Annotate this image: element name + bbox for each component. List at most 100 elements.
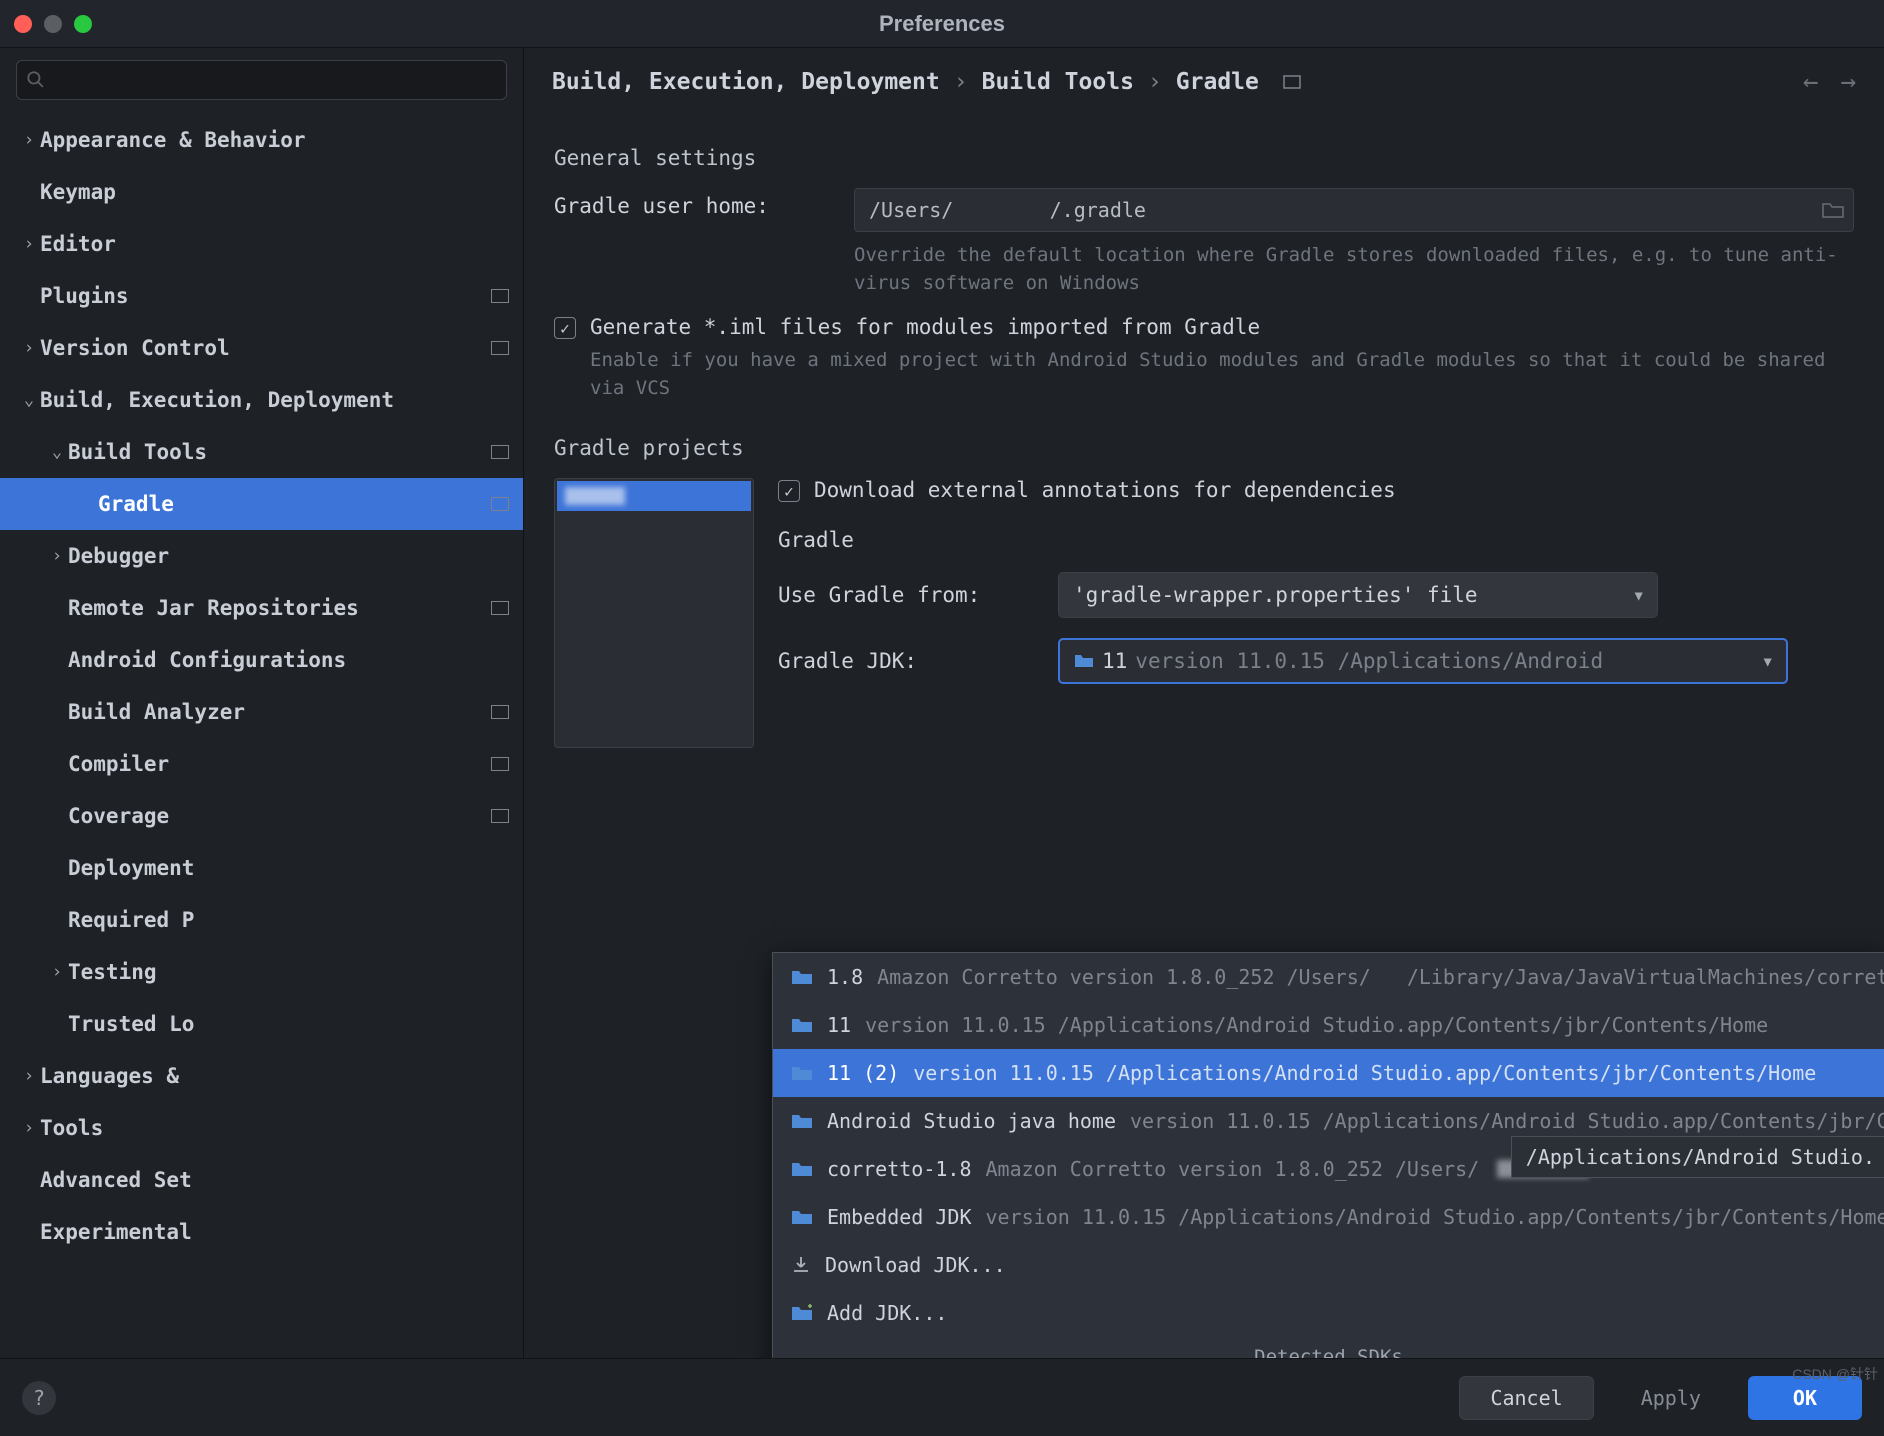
sidebar-item-editor[interactable]: ›Editor: [0, 218, 523, 270]
jdk-option[interactable]: 11 (2) version 11.0.15 /Applications/And…: [773, 1049, 1884, 1097]
breadcrumb-part[interactable]: Build, Execution, Deployment: [552, 69, 940, 95]
breadcrumb-part[interactable]: Gradle: [1176, 69, 1259, 95]
download-annotations-label[interactable]: Download external annotations for depend…: [814, 478, 1396, 502]
browse-folder-icon[interactable]: [1822, 201, 1844, 219]
sidebar-item-label: Compiler: [68, 752, 169, 776]
gradle-user-home-input[interactable]: [854, 188, 1854, 232]
sidebar-item-label: Appearance & Behavior: [40, 128, 306, 152]
chevron-icon: ›: [46, 962, 68, 982]
sidebar-item-version-control[interactable]: ›Version Control: [0, 322, 523, 374]
jdk-option-name: 11: [827, 1013, 851, 1037]
folder-icon: [791, 1016, 813, 1034]
sidebar-item-label: Required P: [68, 908, 194, 932]
modified-badge-icon: [491, 601, 509, 615]
breadcrumb-part[interactable]: Build Tools: [982, 69, 1134, 95]
sidebar-item-experimental[interactable]: Experimental: [0, 1206, 523, 1258]
window-title: Preferences: [0, 0, 1884, 47]
sidebar-item-languages-[interactable]: ›Languages &: [0, 1050, 523, 1102]
search-icon: [26, 70, 44, 88]
sidebar-item-gradle[interactable]: Gradle: [0, 478, 523, 530]
project-settings: ✓ Download external annotations for depe…: [778, 478, 1854, 748]
sidebar-item-keymap[interactable]: Keymap: [0, 166, 523, 218]
sidebar-item-label: Deployment: [68, 856, 194, 880]
jdk-option[interactable]: 1.8 Amazon Corretto version 1.8.0_252 /U…: [773, 953, 1884, 1001]
sidebar-item-build-execution-deployment[interactable]: ⌄Build, Execution, Deployment: [0, 374, 523, 426]
sidebar-item-debugger[interactable]: ›Debugger: [0, 530, 523, 582]
gradle-jdk-meta: version 11.0.15 /Applications/Android: [1135, 649, 1603, 673]
sidebar-item-label: Trusted Lo: [68, 1012, 194, 1036]
jdk-option[interactable]: Embedded JDK version 11.0.15 /Applicatio…: [773, 1193, 1884, 1241]
download-annotations-checkbox[interactable]: ✓: [778, 480, 800, 502]
sidebar-item-appearance-behavior[interactable]: ›Appearance & Behavior: [0, 114, 523, 166]
sidebar-item-label: Coverage: [68, 804, 169, 828]
folder-icon: [791, 1160, 813, 1178]
sidebar-item-testing[interactable]: ›Testing: [0, 946, 523, 998]
apply-button[interactable]: Apply: [1610, 1376, 1732, 1420]
generate-iml-checkbox[interactable]: ✓: [554, 317, 576, 339]
nav-arrows: ← →: [1803, 67, 1856, 97]
use-gradle-from-select[interactable]: 'gradle-wrapper.properties' file ▾: [1058, 572, 1658, 618]
gradle-project-item[interactable]: [557, 481, 751, 511]
sidebar-item-build-analyzer[interactable]: Build Analyzer: [0, 686, 523, 738]
gradle-user-home-hint: Override the default location where Grad…: [854, 242, 1854, 297]
generate-iml-hint: Enable if you have a mixed project with …: [554, 347, 1854, 402]
sidebar-item-advanced-set[interactable]: Advanced Set: [0, 1154, 523, 1206]
sidebar-item-compiler[interactable]: Compiler: [0, 738, 523, 790]
nav-back-button[interactable]: ←: [1803, 67, 1819, 97]
close-window-button[interactable]: [14, 15, 32, 33]
chevron-down-icon: ▾: [1761, 649, 1774, 673]
jdk-option-name: 1.8: [827, 965, 863, 989]
gradle-jdk-row: Gradle JDK: 11 version 11.0.15 /Applicat…: [778, 638, 1854, 684]
nav-forward-button[interactable]: →: [1840, 67, 1856, 97]
sidebar-item-label: Plugins: [40, 284, 129, 308]
gradle-user-home-row: Gradle user home: Override the default l…: [554, 188, 1854, 297]
zoom-window-button[interactable]: [74, 15, 92, 33]
generate-iml-label[interactable]: Generate *.iml files for modules importe…: [590, 315, 1260, 339]
settings-search-input[interactable]: [16, 60, 507, 100]
generate-iml-row: ✓ Generate *.iml files for modules impor…: [554, 315, 1854, 339]
use-gradle-from-row: Use Gradle from: 'gradle-wrapper.propert…: [778, 572, 1854, 618]
gradle-jdk-select[interactable]: 11 version 11.0.15 /Applications/Android…: [1058, 638, 1788, 684]
folder-icon: [791, 968, 813, 986]
chevron-icon: ›: [18, 234, 40, 254]
sidebar-item-trusted-lo[interactable]: Trusted Lo: [0, 998, 523, 1050]
sidebar-item-label: Debugger: [68, 544, 169, 568]
use-gradle-from-label: Use Gradle from:: [778, 583, 1038, 607]
gradle-jdk-label: Gradle JDK:: [778, 649, 1038, 673]
sidebar-item-label: Languages &: [40, 1064, 179, 1088]
sidebar-item-coverage[interactable]: Coverage: [0, 790, 523, 842]
jdk-path-tooltip: /Applications/Android Studio.: [1511, 1136, 1884, 1178]
titlebar: Preferences: [0, 0, 1884, 48]
modified-badge-icon: [491, 341, 509, 355]
minimize-window-button[interactable]: [44, 15, 62, 33]
reset-icon[interactable]: [1283, 75, 1301, 89]
sidebar-item-label: Android Configurations: [68, 648, 346, 672]
content: General settings Gradle user home: Overr…: [524, 116, 1884, 1358]
sidebar-item-label: Advanced Set: [40, 1168, 192, 1192]
gradle-projects-list[interactable]: [554, 478, 754, 748]
sidebar-item-build-tools[interactable]: ⌄Build Tools: [0, 426, 523, 478]
section-gradle-projects: Gradle projects: [554, 436, 1854, 460]
jdk-option[interactable]: Download JDK...: [773, 1241, 1884, 1289]
jdk-option-name: Embedded JDK: [827, 1205, 972, 1229]
cancel-button[interactable]: Cancel: [1459, 1376, 1593, 1420]
sidebar-item-remote-jar-repositories[interactable]: Remote Jar Repositories: [0, 582, 523, 634]
help-button[interactable]: ?: [22, 1381, 56, 1415]
modified-badge-icon: [491, 497, 509, 511]
sidebar-item-label: Build, Execution, Deployment: [40, 388, 394, 412]
breadcrumb: Build, Execution, Deployment › Build Too…: [552, 69, 1301, 95]
folder-icon: [791, 1064, 813, 1082]
sidebar-item-deployment[interactable]: Deployment: [0, 842, 523, 894]
sidebar-item-android-configurations[interactable]: Android Configurations: [0, 634, 523, 686]
settings-tree: ›Appearance & BehaviorKeymap›EditorPlugi…: [0, 110, 523, 1358]
sidebar-item-tools[interactable]: ›Tools: [0, 1102, 523, 1154]
sidebar-item-plugins[interactable]: Plugins: [0, 270, 523, 322]
folder-icon: [1074, 653, 1094, 669]
chevron-icon: ⌄: [18, 390, 40, 410]
jdk-option[interactable]: Add JDK...: [773, 1289, 1884, 1337]
jdk-option[interactable]: 11 version 11.0.15 /Applications/Android…: [773, 1001, 1884, 1049]
traffic-lights: [14, 15, 92, 33]
chevron-icon: ⌄: [46, 442, 68, 462]
sidebar-item-required-p[interactable]: Required P: [0, 894, 523, 946]
sidebar: ›Appearance & BehaviorKeymap›EditorPlugi…: [0, 48, 524, 1358]
